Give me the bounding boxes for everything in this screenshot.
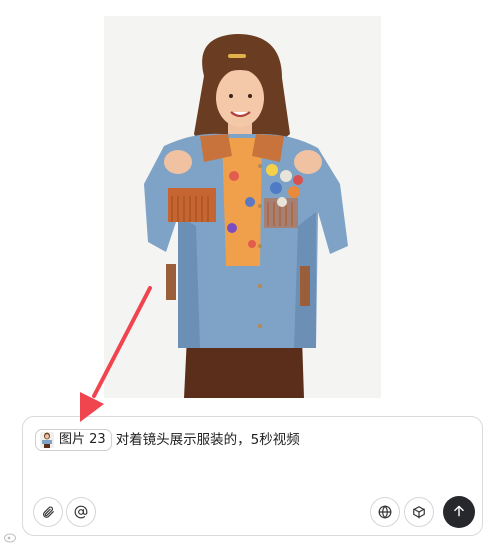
send-button[interactable] xyxy=(443,496,475,528)
prompt-composer[interactable]: 图片 23 对着镜头展示服装的，5秒视频 xyxy=(22,416,483,536)
image-reference-chip[interactable]: 图片 23 xyxy=(35,429,112,451)
globe-icon xyxy=(378,505,392,519)
web-search-button[interactable] xyxy=(370,497,400,527)
at-sign-icon xyxy=(74,505,88,519)
prompt-input[interactable]: 图片 23 对着镜头展示服装的，5秒视频 xyxy=(35,428,470,452)
watermark-logo xyxy=(4,533,18,543)
product-photo xyxy=(104,16,381,398)
prompt-text: 对着镜头展示服装的，5秒视频 xyxy=(115,432,300,448)
image-thumbnail xyxy=(40,432,54,448)
model-button[interactable] xyxy=(404,497,434,527)
chip-label: 图片 23 xyxy=(59,432,106,447)
attach-button[interactable] xyxy=(33,497,63,527)
arrow-up-icon xyxy=(452,503,466,522)
mention-button[interactable] xyxy=(66,497,96,527)
cube-icon xyxy=(412,505,426,519)
paperclip-icon xyxy=(41,505,55,519)
